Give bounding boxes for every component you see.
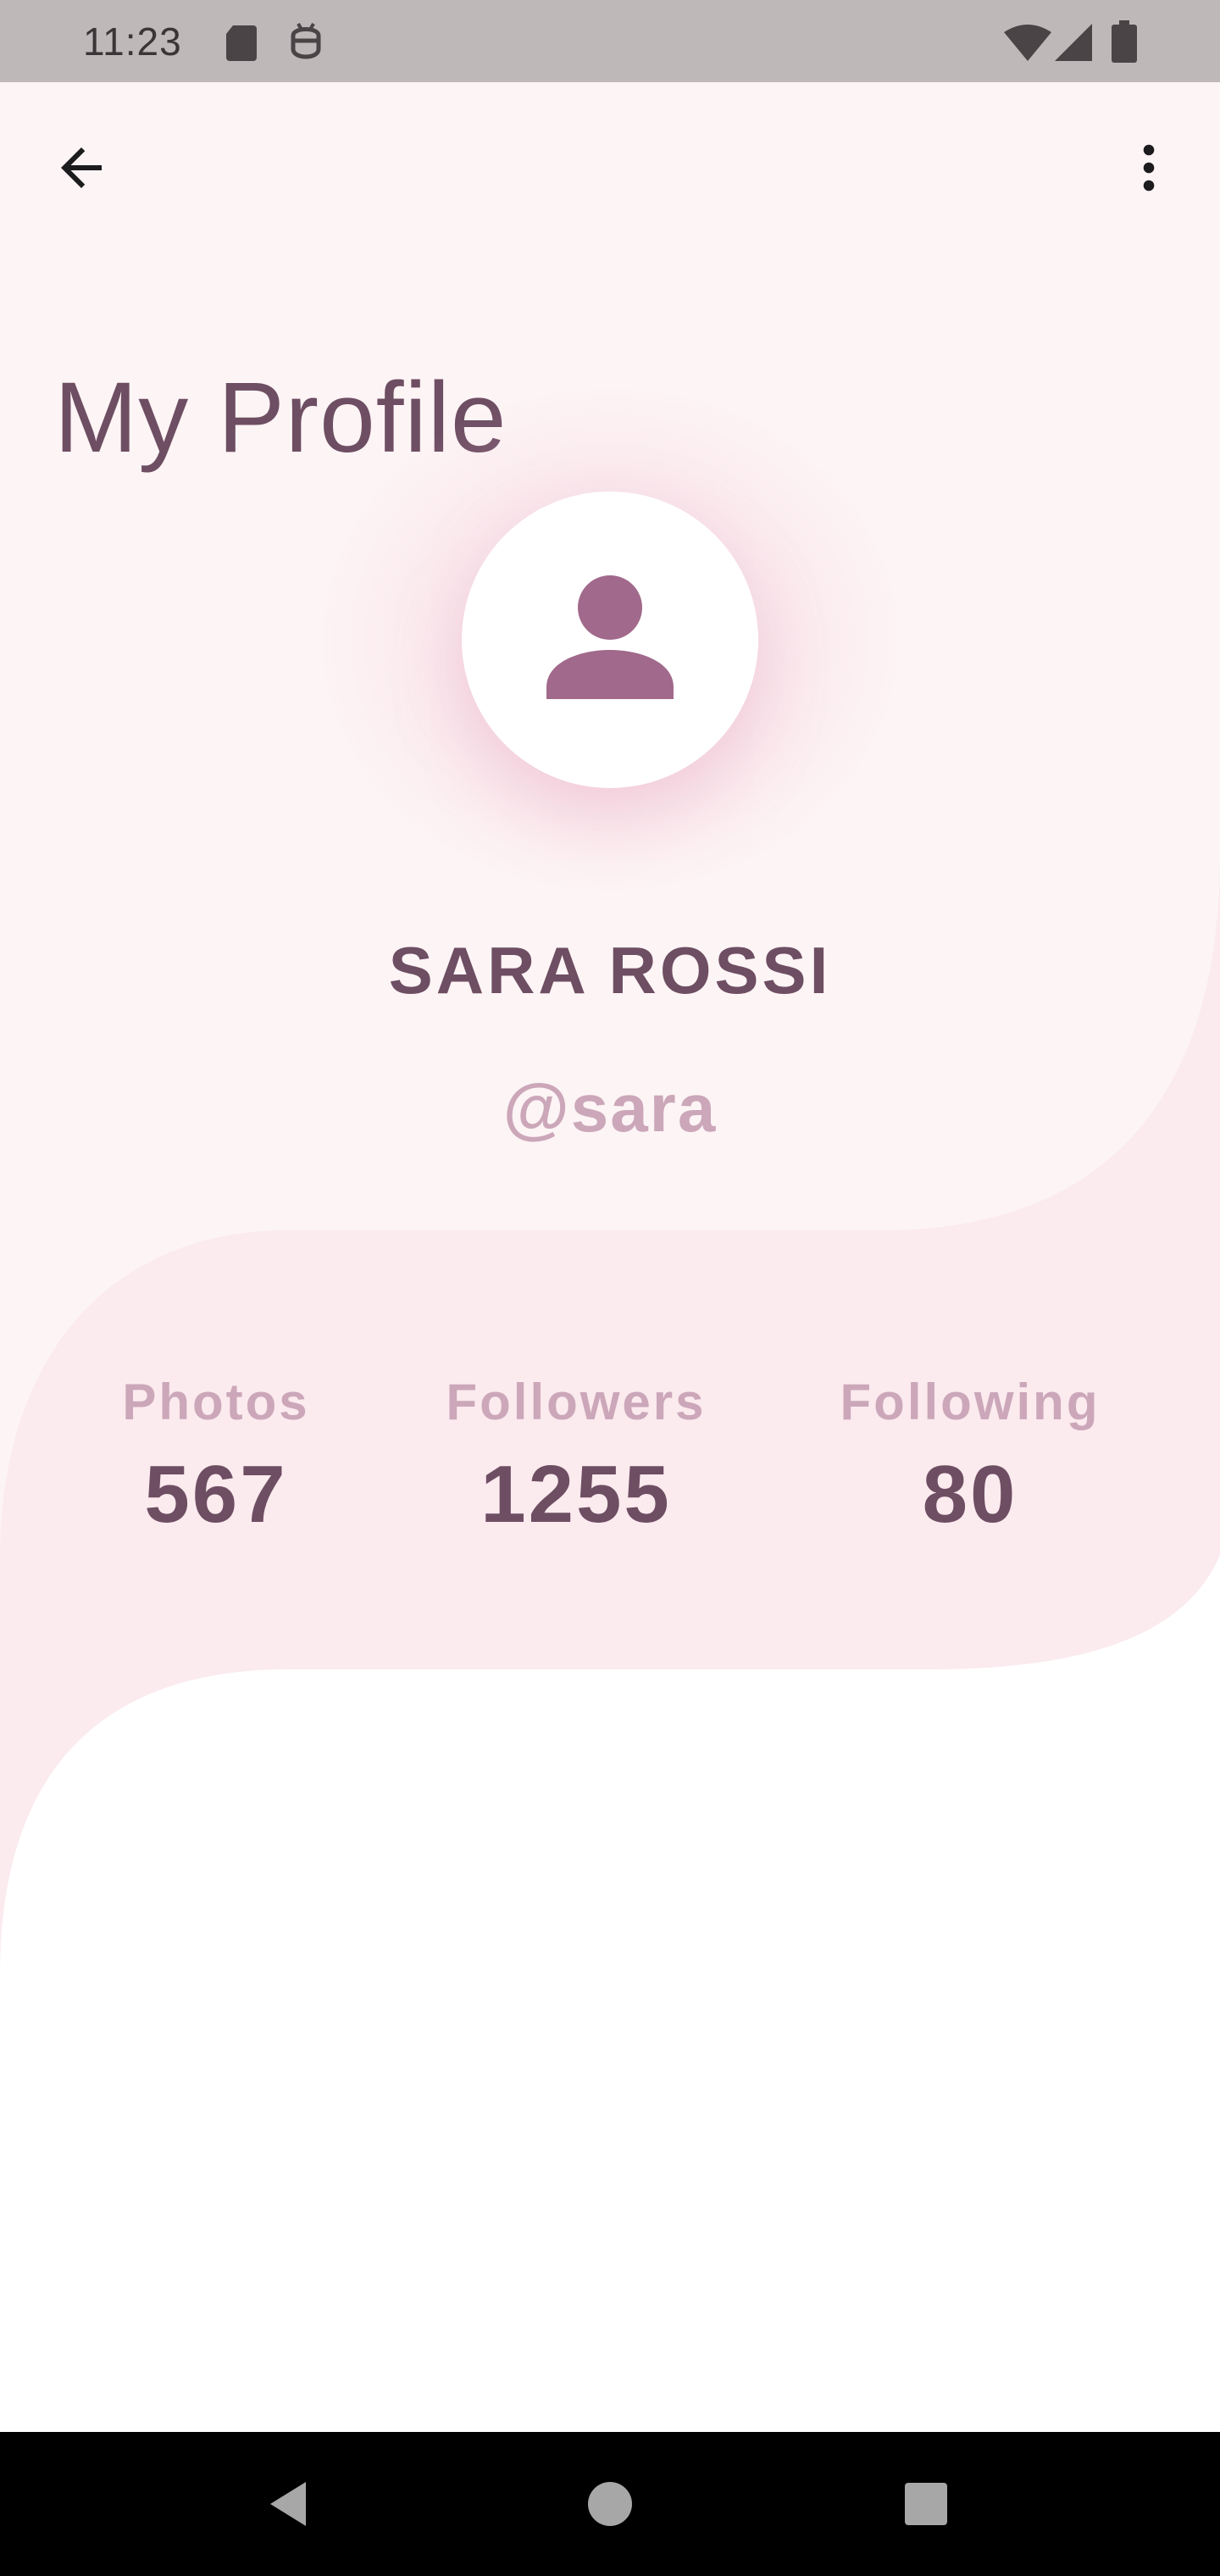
stat-value: 1255 (480, 1449, 672, 1540)
recents-square-icon (905, 2483, 947, 2525)
arrow-back-icon (61, 147, 102, 188)
stat-label: Photos (122, 1374, 310, 1430)
stat-label: Followers (446, 1374, 707, 1430)
stat-photos[interactable]: Photos 567 (76, 1373, 356, 1541)
profile-name: SARA ROSSI (388, 933, 832, 1008)
sd-card-icon (226, 25, 257, 61)
avatar[interactable] (462, 491, 758, 788)
battery-icon (1112, 20, 1137, 63)
wifi-icon (1004, 25, 1051, 61)
stat-label: Following (840, 1374, 1101, 1430)
stat-value: 567 (144, 1449, 288, 1540)
nav-back-button[interactable] (244, 2457, 337, 2551)
android-debug-icon (291, 23, 321, 59)
stat-value: 80 (922, 1449, 1018, 1540)
back-triangle-icon (270, 2482, 306, 2526)
back-button[interactable] (37, 124, 125, 212)
cellular-signal-icon (1055, 24, 1092, 61)
nav-recents-button[interactable] (879, 2457, 973, 2551)
system-nav-bar (0, 2432, 1220, 2576)
person-icon (546, 575, 674, 699)
stat-followers[interactable]: Followers 1255 (424, 1373, 729, 1541)
more-options-button[interactable] (1105, 124, 1193, 212)
profile-handle: @sara (502, 1070, 718, 1146)
home-circle-icon (588, 2482, 632, 2526)
profile-screen: 11:23 My Profile SARA ROSSI @sara Photos… (0, 0, 1220, 2576)
more-vert-icon (1143, 144, 1155, 192)
nav-home-button[interactable] (563, 2457, 657, 2551)
status-time: 11:23 (83, 19, 182, 64)
status-bar: 11:23 (0, 0, 1220, 82)
stat-following[interactable]: Following 80 (822, 1373, 1118, 1541)
